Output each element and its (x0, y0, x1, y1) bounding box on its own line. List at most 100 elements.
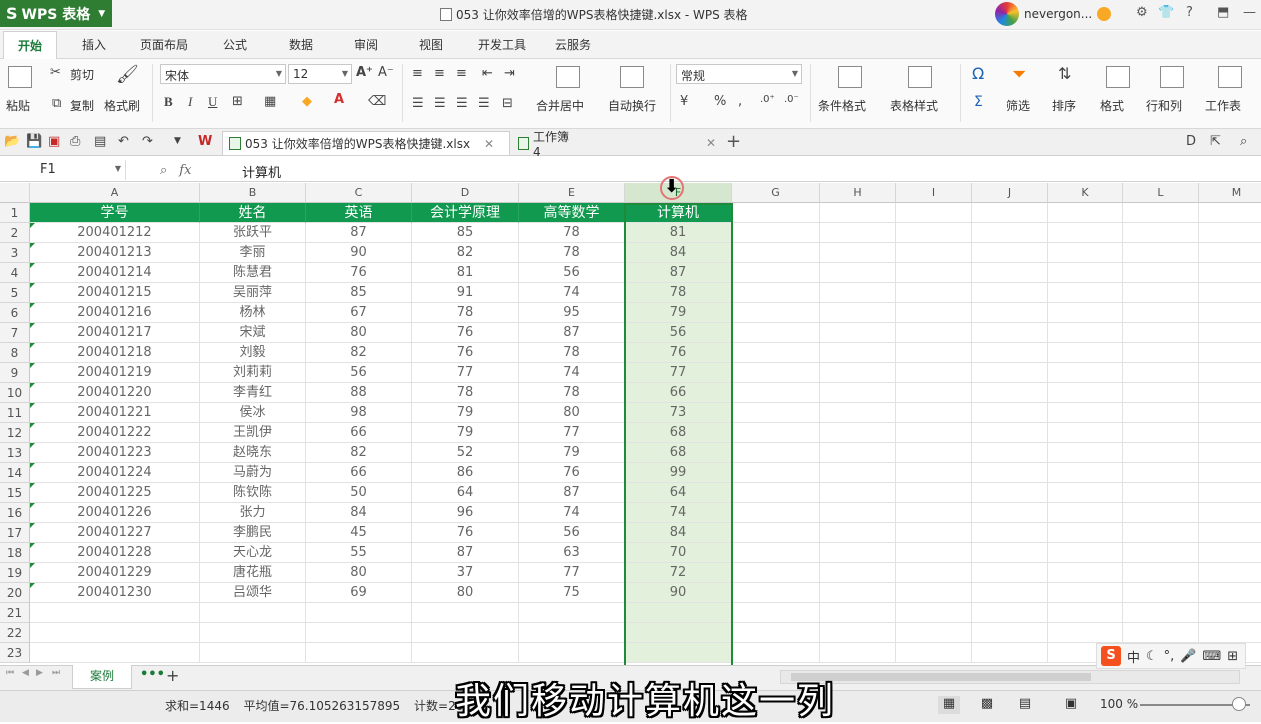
table-cell[interactable]: 76 (306, 263, 412, 283)
table-cell[interactable]: 侯冰 (200, 403, 306, 423)
table-cell[interactable]: 77 (519, 423, 625, 443)
table-cell[interactable]: 74 (519, 503, 625, 523)
table-cell[interactable] (732, 503, 820, 523)
underline-button[interactable]: U (208, 94, 217, 110)
table-cell[interactable]: 78 (625, 283, 732, 303)
table-cell[interactable] (820, 343, 896, 363)
table-cell[interactable]: 56 (519, 523, 625, 543)
row-header[interactable]: 20 (0, 583, 30, 603)
table-cell[interactable]: 200401212 (30, 223, 200, 243)
table-cell[interactable] (1123, 383, 1199, 403)
table-cell[interactable] (519, 643, 625, 663)
table-cell[interactable]: 200401215 (30, 283, 200, 303)
table-cell[interactable] (1048, 323, 1123, 343)
table-cell[interactable]: 80 (519, 403, 625, 423)
table-cell[interactable] (200, 603, 306, 623)
table-cell[interactable] (1123, 363, 1199, 383)
table-cell[interactable] (896, 523, 972, 543)
sort-icon[interactable]: ⇅ (1058, 64, 1071, 83)
row-header[interactable]: 23 (0, 643, 30, 663)
row-header[interactable]: 1 (0, 203, 30, 223)
table-cell[interactable]: 74 (519, 283, 625, 303)
next-sheet-icon[interactable]: ▶ (36, 668, 43, 678)
table-cell[interactable] (972, 403, 1048, 423)
table-cell[interactable] (820, 603, 896, 623)
table-cell[interactable] (306, 643, 412, 663)
currency-icon[interactable]: ¥ (680, 94, 688, 109)
table-cell[interactable] (820, 643, 896, 663)
table-cell[interactable]: 200401223 (30, 443, 200, 463)
indent-decrease-icon[interactable]: ⇤ (482, 66, 493, 81)
tab-developer[interactable]: 开发工具 (478, 36, 526, 53)
sort-button[interactable]: 排序 (1052, 97, 1076, 114)
table-cell[interactable]: 200401217 (30, 323, 200, 343)
table-cell[interactable] (1199, 303, 1261, 323)
zoom-slider-handle[interactable] (1232, 697, 1246, 711)
table-cell[interactable]: 77 (519, 563, 625, 583)
table-cell[interactable]: 王凯伊 (200, 423, 306, 443)
doc-tab[interactable]: 工作簿4 ✕ (512, 130, 722, 159)
table-cell[interactable] (625, 603, 732, 623)
table-cell[interactable] (820, 563, 896, 583)
format-painter-icon[interactable]: 🖌 (116, 64, 139, 85)
table-cell[interactable] (625, 643, 732, 663)
table-cell[interactable] (896, 343, 972, 363)
column-header-d[interactable]: D (412, 183, 519, 203)
table-cell[interactable]: 200401213 (30, 243, 200, 263)
tab-data[interactable]: 数据 (289, 36, 313, 53)
symbol-button[interactable]: Ω (972, 64, 984, 83)
table-cell[interactable] (896, 423, 972, 443)
row-header[interactable]: 12 (0, 423, 30, 443)
table-cell[interactable] (1199, 463, 1261, 483)
last-sheet-icon[interactable]: ⏭ (52, 668, 60, 678)
comma-button[interactable]: , (738, 94, 742, 109)
table-cell[interactable]: 87 (412, 543, 519, 563)
table-cell[interactable]: 84 (625, 243, 732, 263)
table-cell[interactable] (1048, 203, 1123, 223)
table-cell[interactable] (972, 483, 1048, 503)
doc-tab-active[interactable]: 053 让你效率倍增的WPS表格快捷键.xlsx ✕ (222, 131, 510, 155)
table-cell[interactable] (972, 383, 1048, 403)
table-cell[interactable] (1199, 563, 1261, 583)
copy-button[interactable]: 复制 (70, 97, 94, 114)
help-icon[interactable]: ? (1186, 5, 1193, 20)
table-cell[interactable] (1048, 363, 1123, 383)
justify-icon[interactable]: ☰ (478, 96, 490, 111)
table-cell[interactable]: 85 (306, 283, 412, 303)
table-cell[interactable] (1048, 343, 1123, 363)
table-cell[interactable]: 200401224 (30, 463, 200, 483)
table-cell[interactable]: 200401230 (30, 583, 200, 603)
header-cell[interactable]: 英语 (306, 203, 412, 223)
sum-button[interactable]: Σ (974, 94, 983, 110)
table-cell[interactable] (896, 623, 972, 643)
table-cell[interactable] (1048, 503, 1123, 523)
table-cell[interactable] (820, 503, 896, 523)
table-cell[interactable] (896, 563, 972, 583)
restore-icon[interactable]: ⬒ (1217, 5, 1229, 20)
align-middle-icon[interactable]: ≡ (434, 66, 445, 81)
column-header-g[interactable]: G (732, 183, 820, 203)
table-cell[interactable] (820, 223, 896, 243)
table-cell[interactable]: 200401218 (30, 343, 200, 363)
table-cell[interactable] (1199, 623, 1261, 643)
table-cell[interactable]: 78 (412, 383, 519, 403)
table-cell[interactable]: 赵晓东 (200, 443, 306, 463)
table-cell[interactable] (896, 383, 972, 403)
table-cell[interactable] (732, 423, 820, 443)
table-cell[interactable] (732, 563, 820, 583)
table-cell[interactable]: 200401227 (30, 523, 200, 543)
bold-button[interactable]: B (164, 94, 173, 110)
table-cell[interactable]: 82 (412, 243, 519, 263)
more-sheets-icon[interactable]: ••• (140, 667, 165, 682)
table-cell[interactable]: 张跃平 (200, 223, 306, 243)
table-cell[interactable] (972, 623, 1048, 643)
new-tab-icon[interactable]: + (726, 131, 741, 152)
table-cell[interactable] (896, 323, 972, 343)
row-header[interactable]: 13 (0, 443, 30, 463)
print-icon[interactable]: ⎙ (70, 134, 80, 149)
table-cell[interactable] (1199, 283, 1261, 303)
table-cell[interactable]: 87 (625, 263, 732, 283)
row-header[interactable]: 7 (0, 323, 30, 343)
merge-center-icon[interactable] (556, 66, 580, 88)
user-account[interactable]: nevergon... (995, 2, 1112, 26)
